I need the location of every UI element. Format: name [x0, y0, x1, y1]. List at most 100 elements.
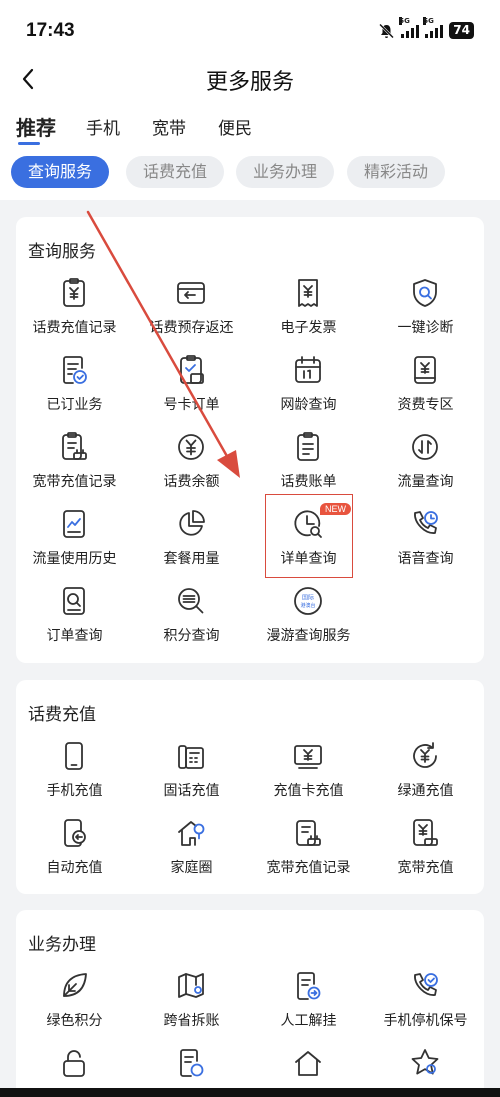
- manual-unlock-doc-icon: [297, 972, 321, 1000]
- service-item[interactable]: 固话充值: [133, 734, 250, 811]
- service-item[interactable]: 绿色积分: [16, 964, 133, 1041]
- service-item[interactable]: 国际 港澳台 漫游查询服务: [250, 579, 367, 656]
- service-label: 漫游查询服务: [266, 628, 351, 644]
- leaf-icon: [63, 973, 87, 997]
- tab-broadband[interactable]: 宽带: [152, 114, 186, 139]
- bottom-bar: [0, 1088, 500, 1097]
- e-invoice-icon: [298, 279, 318, 307]
- bell-mute-icon: [379, 23, 395, 38]
- tab-recommend[interactable]: 推荐: [16, 112, 56, 141]
- service-item[interactable]: 家庭圈: [133, 811, 250, 888]
- service-label: 自动充值: [46, 860, 103, 876]
- service-item[interactable]: 语音查询: [367, 502, 484, 579]
- service-item[interactable]: 绿通充值: [367, 734, 484, 811]
- service-item[interactable]: 话费预存返还: [133, 271, 250, 348]
- tariff-icon: [414, 356, 436, 384]
- active-tab-indicator: [18, 142, 40, 145]
- diagnosis-shield-icon: [413, 279, 437, 307]
- section-title: 业务办理: [28, 935, 96, 955]
- auto-recharge-icon: [64, 819, 86, 847]
- home-refresh-icon: [295, 1051, 321, 1076]
- service-item[interactable]: 流量使用历史: [16, 502, 133, 579]
- service-label: 套餐用量: [163, 551, 220, 567]
- phone-bill-record-icon: [63, 278, 85, 307]
- battery-indicator: 74: [449, 22, 474, 39]
- star-badge-icon: [411, 1049, 439, 1075]
- points-search-icon: [178, 588, 204, 614]
- broadband-recharge-icon: [413, 819, 438, 846]
- map-icon: [178, 973, 204, 998]
- signal-icon: 5G: [423, 16, 444, 38]
- service-item[interactable]: 流量查询: [367, 425, 484, 502]
- service-item[interactable]: 话费账单: [250, 425, 367, 502]
- service-label: 话费充值记录: [32, 320, 117, 336]
- service-label: 家庭圈: [170, 860, 213, 876]
- service-label: 充值卡充值: [273, 783, 344, 799]
- chip-recharge[interactable]: 话费充值: [126, 156, 224, 188]
- service-item[interactable]: 充值卡充值: [250, 734, 367, 811]
- recharge-card-icon: [294, 745, 322, 769]
- status-icons: 5G 5G 74: [378, 16, 474, 39]
- status-time: 17:43: [26, 20, 75, 41]
- service-item[interactable]: 跨省拆账: [133, 964, 250, 1041]
- voice-call-icon: [414, 511, 438, 534]
- service-label: 宽带充值: [397, 860, 454, 876]
- bill-icon: [297, 432, 319, 461]
- page-title: 更多服务: [205, 70, 294, 95]
- service-label: 话费余额: [163, 474, 220, 490]
- data-usage-icon: [412, 434, 438, 460]
- service-item[interactable]: 手机停机保号: [367, 964, 484, 1041]
- subscribed-services-icon: [63, 356, 87, 384]
- balance-icon: [178, 434, 204, 460]
- service-item[interactable]: 宽带充值记录: [16, 425, 133, 502]
- service-item[interactable]: 话费充值记录: [16, 271, 133, 348]
- service-item[interactable]: 宽带充值: [367, 811, 484, 888]
- chip-activities[interactable]: 精彩活动: [347, 156, 445, 188]
- service-item[interactable]: 资费专区: [367, 348, 484, 425]
- landline-icon: [178, 745, 204, 769]
- service-item[interactable]: 积分查询: [133, 579, 250, 656]
- category-tabs: 推荐 手机 宽带 便民: [0, 104, 500, 148]
- service-label: 话费账单: [280, 474, 337, 490]
- tab-mobile[interactable]: 手机: [86, 114, 120, 139]
- service-item[interactable]: 套餐用量: [133, 502, 250, 579]
- section-recharge: 话费充值 手机充值 固话充值 充值卡充值 绿通充值 自动充值 家庭圈 宽带充值记…: [16, 680, 484, 894]
- status-bar: 17:43 5G 5G 74: [0, 0, 500, 62]
- service-label: 资费专区: [397, 397, 454, 413]
- service-label: 绿通充值: [397, 783, 454, 799]
- service-item[interactable]: 订单查询: [16, 579, 133, 656]
- service-item[interactable]: 已订业务: [16, 348, 133, 425]
- tab-convenience[interactable]: 便民: [218, 114, 252, 139]
- service-item[interactable]: 一键诊断: [367, 271, 484, 348]
- service-item[interactable]: 自动充值: [16, 811, 133, 888]
- chip-business[interactable]: 业务办理: [236, 156, 334, 188]
- service-label: 电子发票: [280, 320, 337, 336]
- service-label: 号卡订单: [163, 397, 220, 413]
- broadband-record-icon: [296, 820, 321, 846]
- service-label: 一键诊断: [397, 320, 454, 336]
- service-item[interactable]: 话费余额: [133, 425, 250, 502]
- service-item[interactable]: 人工解挂: [250, 964, 367, 1041]
- service-item[interactable]: 号卡订单: [133, 348, 250, 425]
- service-item[interactable]: 电子发票: [250, 271, 367, 348]
- service-item[interactable]: 宽带充值记录: [250, 811, 367, 888]
- section-chips: 查询服务 话费充值 业务办理 精彩活动: [0, 148, 500, 200]
- service-item[interactable]: NEW 详单查询: [250, 502, 367, 579]
- service-label: 人工解挂: [280, 1013, 337, 1029]
- service-label: 语音查询: [397, 551, 454, 567]
- green-recharge-icon: [413, 742, 437, 768]
- service-label: 固话充值: [163, 783, 220, 799]
- chip-query-services[interactable]: 查询服务: [11, 156, 109, 188]
- section-business: 业务办理 绿色积分 跨省拆账 人工解挂 手机停机保号: [16, 910, 484, 1097]
- service-item[interactable]: 网龄查询: [250, 348, 367, 425]
- prepaid-return-icon: [177, 282, 205, 304]
- home-circle-icon: [178, 821, 205, 846]
- signal-icon: 5G: [399, 16, 420, 38]
- section-query-services: 查询服务 话费充值记录 话费预存返还 电子发票 一键诊断 已订业务 号卡订单 网…: [16, 217, 484, 663]
- service-label: 绿色积分: [46, 1013, 103, 1029]
- service-label: 积分查询: [163, 628, 220, 644]
- svg-text:港澳台: 港澳台: [300, 602, 315, 609]
- header: 更多服务: [0, 62, 500, 104]
- pie-chart-icon: [179, 510, 205, 536]
- service-item[interactable]: 手机充值: [16, 734, 133, 811]
